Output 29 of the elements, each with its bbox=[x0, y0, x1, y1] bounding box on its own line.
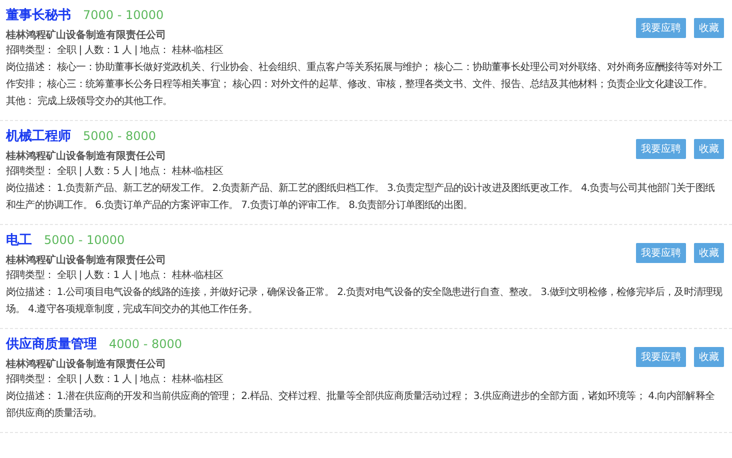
company-name: 桂林鸿程矿山设备制造有限责任公司 bbox=[6, 357, 167, 371]
job-description: 岗位描述： 核心一：协助董事长做好党政机关、行业协会、社会组织、重点客户等关系拓展与维护； 核心二：协助董事长处理公司对外联络、对外商务应酬接待等对外工作安排； 核心三：统筹董事长公务日程等相关事宜； 核心四：对外文件的起草、修改、审核，整理各类文书、文件、报告、总结及其他材料；负责企业文化建设工作。 bbox=[6, 60, 723, 92]
salary-range: 5000 - 10000 bbox=[44, 233, 125, 247]
job-title[interactable]: 机械工程师 bbox=[6, 127, 71, 145]
job-meta: 招聘类型： 全职 | 人数：1 人 | 地点： 桂林-临桂区 bbox=[6, 372, 224, 387]
job-meta: 招聘类型： 全职 | 人数：1 人 | 地点： 桂林-临桂区 bbox=[6, 268, 224, 283]
salary-range: 7000 - 10000 bbox=[83, 8, 164, 22]
company-name: 桂林鸿程矿山设备制造有限责任公司 bbox=[6, 28, 166, 42]
job-meta: 招聘类型： 全职 | 人数：1 人 | 地点： 桂林-临桂区 bbox=[6, 44, 224, 58]
salary-range: 4000 - 8000 bbox=[109, 337, 182, 351]
favorite-button[interactable]: 收藏 bbox=[694, 18, 724, 38]
other-note: 其他： 完成上级领导交办的其他工作。 bbox=[6, 94, 173, 109]
apply-button[interactable]: 我要应聘 bbox=[636, 18, 686, 38]
company-name: 桂林鸿程矿山设备制造有限责任公司 bbox=[6, 253, 166, 267]
job-meta: 招聘类型： 全职 | 人数：5 人 | 地点： 桂林-临桂区 bbox=[6, 164, 224, 179]
favorite-button[interactable]: 收藏 bbox=[694, 243, 724, 263]
apply-button[interactable]: 我要应聘 bbox=[636, 243, 686, 263]
company-name: 桂林鸿程矿山设备制造有限责任公司 bbox=[6, 149, 166, 163]
favorite-button[interactable]: 收藏 bbox=[694, 139, 724, 159]
job-description: 岗位描述： 1.负责新产品、新工艺的研发工作。 2.负责新产品、新工艺的图纸归档工作。 3.负责定型产品的设计改进及图纸更改工作。 4.负责与公司其他部门关于图纸和生产的协调工作。 6.负责订单产品的方案评审工作。 7.负责订单的评审工作。 8.负责部分订单图纸的出图。 bbox=[6, 182, 716, 213]
job-title[interactable]: 电工 bbox=[6, 231, 32, 249]
apply-button[interactable]: 我要应聘 bbox=[636, 139, 686, 159]
job-description: 岗位描述： 1.潜在供应商的开发和当前供应商的管理； 2.样品、交样过程、批量等全部供应商质量活动过程； 3.供应商进步的全部方面，诸如环境等； 4.向内部解释全部供应商的质量活动。 bbox=[6, 390, 716, 421]
job-title[interactable]: 董事长秘书 bbox=[6, 6, 71, 24]
favorite-button[interactable]: 收藏 bbox=[694, 347, 724, 367]
job-title[interactable]: 供应商质量管理 bbox=[6, 335, 97, 353]
apply-button[interactable]: 我要应聘 bbox=[636, 347, 686, 367]
salary-range: 5000 - 8000 bbox=[83, 129, 156, 143]
job-description: 岗位描述： 1.公司项目电气设备的线路的连接，并做好记录，确保设备正常。 2.负责对电气设备的安全隐患进行自查、整改。 3.做到文明检修，检修完毕后，及时清理现场。 4.遵守各项规章制度，完成车间交办的其他工作任务。 bbox=[6, 286, 724, 317]
